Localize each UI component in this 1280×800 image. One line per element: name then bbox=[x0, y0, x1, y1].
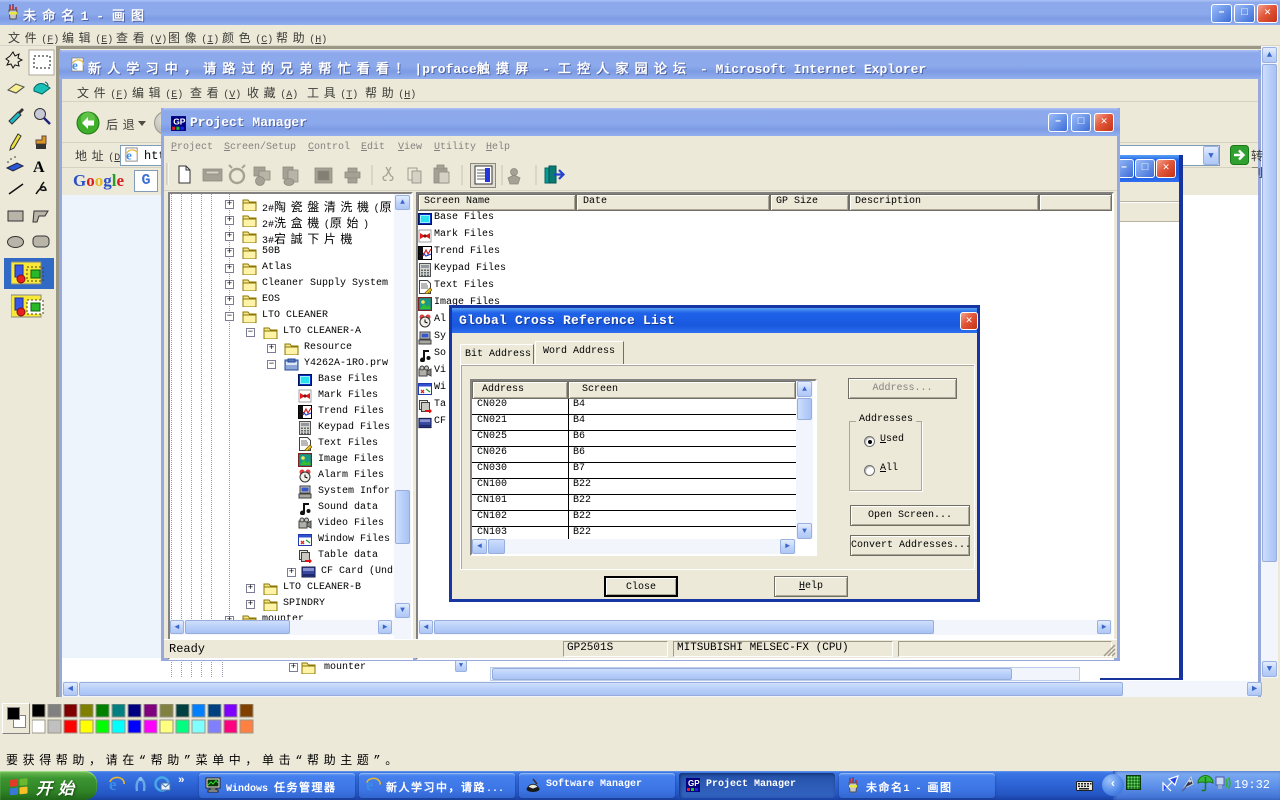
svg-text:A: A bbox=[33, 159, 45, 176]
